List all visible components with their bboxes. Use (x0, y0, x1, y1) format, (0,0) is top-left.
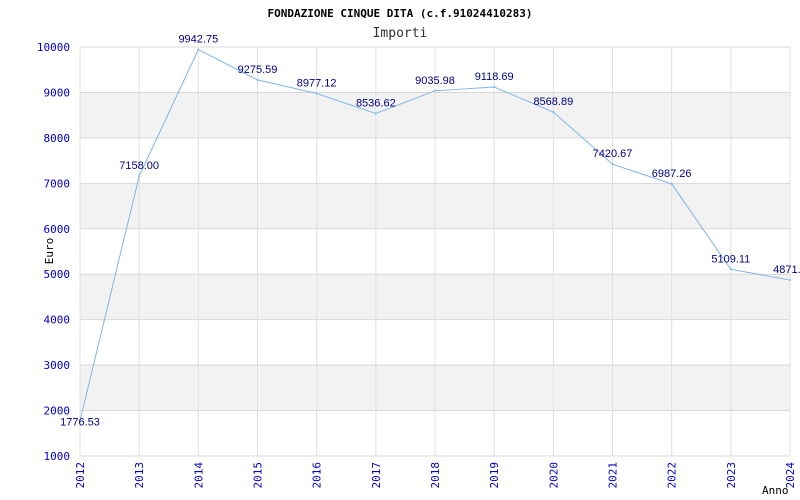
data-label: 7420.67 (593, 148, 633, 160)
data-label: 9942.75 (178, 34, 218, 46)
x-tick-label: 2018 (429, 462, 442, 489)
x-tick-label: 2021 (607, 462, 620, 489)
x-tick-label: 2019 (488, 462, 501, 489)
data-label: 4871.6 (773, 264, 800, 276)
y-tick-label: 8000 (44, 132, 71, 145)
data-label: 9035.98 (415, 75, 455, 87)
x-axis-ticks: 2012 2013 2014 2015 2016 2017 2018 2019 2020 2021… (74, 462, 797, 489)
y-tick-label: 3000 (44, 359, 71, 372)
y-tick-label: 6000 (44, 223, 71, 236)
data-point (138, 175, 141, 178)
data-label: 5109.11 (711, 253, 750, 265)
data-point (374, 112, 377, 115)
x-tick-label: 2012 (74, 462, 87, 489)
chart-title: FONDAZIONE CINQUE DITA (c.f.91024410283) (268, 7, 533, 20)
line-chart: FONDAZIONE CINQUE DITA (c.f.91024410283)… (37, 7, 800, 497)
x-tick-label: 2015 (252, 462, 265, 489)
data-point (256, 78, 259, 81)
data-point (789, 279, 791, 282)
y-tick-label: 5000 (44, 268, 71, 281)
data-point (552, 111, 555, 114)
data-label: 9118.69 (475, 71, 514, 83)
y-tick-label: 4000 (44, 314, 71, 327)
x-tick-label: 2017 (370, 462, 383, 489)
x-tick-label: 2013 (133, 462, 146, 489)
y-tick-label: 7000 (44, 177, 71, 190)
data-label: 8977.12 (297, 77, 337, 89)
y-axis-label: Euro (43, 238, 56, 265)
y-tick-label: 1000 (44, 450, 71, 463)
data-label: 6987.26 (652, 168, 692, 180)
x-tick-label: 2023 (725, 462, 738, 489)
x-tick-label: 2014 (192, 462, 205, 489)
data-label: 9275.59 (238, 64, 278, 76)
data-point (315, 92, 318, 95)
data-point (670, 182, 673, 185)
data-point (611, 163, 614, 166)
data-point (729, 268, 732, 271)
chart-subtitle: Importi (373, 26, 428, 41)
x-tick-label: 2016 (311, 462, 324, 489)
data-label: 8568.89 (533, 96, 573, 108)
data-label: 1776.53 (60, 417, 100, 429)
y-tick-label: 10000 (37, 41, 70, 54)
data-point (493, 86, 496, 89)
data-point (197, 48, 200, 51)
y-tick-label: 9000 (44, 86, 71, 99)
x-axis-label: Anno (762, 484, 789, 497)
x-tick-label: 2022 (666, 462, 679, 489)
data-point (434, 89, 436, 92)
data-label: 8536.62 (356, 98, 396, 110)
y-tick-label: 2000 (44, 405, 71, 418)
x-tick-label: 2020 (547, 462, 560, 489)
data-label: 7158.00 (119, 160, 159, 172)
